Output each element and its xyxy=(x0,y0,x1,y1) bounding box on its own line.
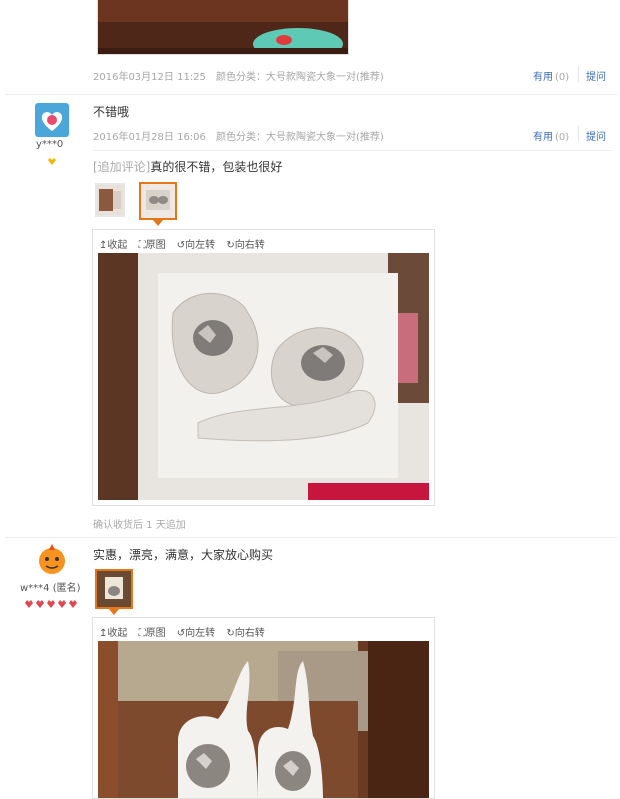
avatar[interactable] xyxy=(35,103,69,137)
review2-username[interactable]: y***0 xyxy=(36,139,63,150)
viewer-toolbar: ↥收起 ⛶原图 ↺向左转 ↻向右转 xyxy=(99,624,419,639)
rotate-left-icon: ↺ xyxy=(176,240,186,251)
original-label: 原图 xyxy=(145,628,166,639)
collapse-button[interactable]: ↥收起 xyxy=(99,240,127,251)
append-tag: [追加评论] xyxy=(93,160,151,174)
rotate-right-icon: ↻ xyxy=(226,240,235,251)
append-comment: [追加评论]真的很不错，包装也很好 xyxy=(93,158,282,175)
review-divider xyxy=(5,537,617,538)
viewer-main-image[interactable] xyxy=(98,253,429,500)
heart-badge-icon xyxy=(48,154,56,165)
review2-date: 2016年01月28日 16:06 xyxy=(93,132,206,143)
avatar[interactable] xyxy=(35,543,69,577)
rotate-left-label: 向左转 xyxy=(185,240,216,251)
review2-comment: 不错哦 xyxy=(93,105,130,119)
viewer-main-image[interactable] xyxy=(98,641,429,798)
rotate-right-button[interactable]: ↻向右转 xyxy=(226,628,264,639)
avatar-heart-icon xyxy=(35,103,69,137)
original-label: 原图 xyxy=(145,240,166,251)
review3-username[interactable]: w***4 (匿名) xyxy=(20,579,81,594)
rotate-right-label: 向右转 xyxy=(234,628,265,639)
level-badges xyxy=(25,597,85,608)
viewer-toolbar: ↥收起 ⛶原图 ↺向左转 ↻向右转 xyxy=(99,236,419,251)
review2-useful-button[interactable]: 有用 (0) xyxy=(533,128,569,143)
review2-image-viewer: ↥收起 ⛶原图 ↺向左转 ↻向右转 xyxy=(92,229,435,506)
review3-image-viewer: ↥收起 ⛶原图 ↺向左转 ↻向右转 xyxy=(92,617,435,799)
review2-reply-link[interactable]: 提问 xyxy=(586,128,606,143)
review1-photo[interactable] xyxy=(97,0,349,55)
review2-thumb-1[interactable] xyxy=(95,183,125,217)
rotate-left-icon: ↺ xyxy=(176,628,186,639)
append-divider xyxy=(93,150,613,151)
append-time: 确认收货后 1 天追加 xyxy=(93,520,186,531)
review-divider xyxy=(5,94,617,95)
rotate-right-label: 向右转 xyxy=(234,240,265,251)
rotate-left-label: 向左转 xyxy=(185,628,216,639)
review1-spec: 颜色分类：大号款陶瓷大象一对(推荐) xyxy=(216,72,384,83)
review2-thumb-2[interactable] xyxy=(139,182,177,220)
thumb-selected-arrow xyxy=(109,609,119,615)
rotate-left-button[interactable]: ↺向左转 xyxy=(177,628,215,639)
useful-label: 有用 xyxy=(533,132,553,143)
append-text: 真的很不错，包装也很好 xyxy=(150,160,283,174)
review3-thumb-1[interactable] xyxy=(95,569,133,609)
expand-icon: ⛶ xyxy=(138,240,146,251)
expand-icon: ⛶ xyxy=(138,628,146,639)
review2-spec: 颜色分类：大号款陶瓷大象一对(推荐) xyxy=(216,132,384,143)
useful-label: 有用 xyxy=(533,72,553,83)
useful-count: (0) xyxy=(555,132,570,143)
review1-reply-link[interactable]: 提问 xyxy=(586,68,606,83)
rotate-right-button[interactable]: ↻向右转 xyxy=(226,240,264,251)
useful-count: (0) xyxy=(555,72,570,83)
review1-useful-button[interactable]: 有用 (0) xyxy=(533,68,569,83)
rotate-left-button[interactable]: ↺向左转 xyxy=(177,240,215,251)
thumb-selected-arrow xyxy=(153,220,163,226)
separator xyxy=(578,126,579,142)
elephant-photo xyxy=(98,641,429,798)
rotate-right-icon: ↻ xyxy=(226,628,235,639)
original-button[interactable]: ⛶原图 xyxy=(139,628,166,639)
packaging-photo xyxy=(98,253,429,500)
review3-comment: 实惠，漂亮，满意，大家放心购买 xyxy=(93,548,274,562)
collapse-label: 收起 xyxy=(107,240,128,251)
original-button[interactable]: ⛶原图 xyxy=(139,240,166,251)
review1-photo-image xyxy=(98,0,348,54)
collapse-button[interactable]: ↥收起 xyxy=(99,628,127,639)
review1-date: 2016年03月12日 11:25 xyxy=(93,72,206,83)
separator xyxy=(578,66,579,82)
avatar-cartoon-icon xyxy=(35,543,69,577)
collapse-label: 收起 xyxy=(107,628,128,639)
